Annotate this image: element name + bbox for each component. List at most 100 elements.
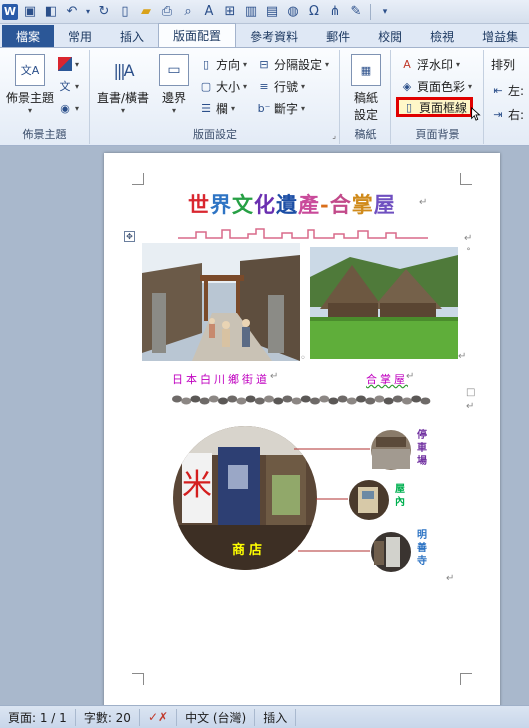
theme-colors-button[interactable]: ▾	[58, 54, 79, 74]
highlighter-icon[interactable]: ✎	[347, 3, 365, 21]
themes-group: 文A 佈景主題 ▾ ▾ 文 ▾ ◉ ▾ 佈景主題	[0, 50, 90, 144]
hyphenation-label: 斷字	[274, 101, 299, 116]
globe-icon[interactable]: ◍	[284, 3, 302, 21]
effects-icon: ◉	[60, 101, 70, 115]
hyphenation-icon: b⁻	[257, 101, 271, 115]
text-direction-icon: |||A	[113, 60, 134, 80]
pebble	[208, 395, 219, 403]
proofing-icon[interactable]: ✓✗	[140, 708, 178, 726]
tab-references[interactable]: 參考資料	[236, 25, 312, 47]
image-icon[interactable]: ▤	[263, 3, 281, 21]
pebble	[291, 397, 302, 405]
side-label-interior: 屋內	[395, 484, 405, 508]
page-setup-group: |||A 直書/橫書 ▾ ▭ 邊界 ▾ ▯ 方向 ▾ ▢ 大小 ▾ ☰ 欄 ▾ ⊟ 分…	[91, 50, 340, 144]
redo-icon[interactable]: ↻	[95, 3, 113, 21]
insert-mode[interactable]: 插入	[255, 708, 297, 726]
columns-button[interactable]: ☰ 欄 ▾	[199, 98, 235, 118]
indent-right[interactable]: ⇥ 右:	[491, 104, 524, 124]
print-preview-icon[interactable]: ⌕	[179, 3, 197, 21]
title-char: 遺	[276, 192, 298, 217]
pebble	[273, 397, 284, 405]
pebble	[236, 397, 247, 405]
pebble	[181, 397, 192, 405]
parking-circle-photo	[371, 430, 411, 470]
pebble	[282, 395, 293, 403]
pebble	[383, 397, 394, 405]
tab-home[interactable]: 常用	[54, 25, 106, 47]
paragraph-mark: ↵	[446, 573, 455, 584]
word-count[interactable]: 字數: 20	[76, 708, 140, 726]
columns-label: 欄	[216, 101, 229, 116]
orientation-button[interactable]: ▯ 方向 ▾	[199, 54, 247, 74]
chevron-down-icon: ▾	[28, 106, 33, 115]
pebble	[172, 395, 182, 403]
print-icon[interactable]: ⎙	[158, 3, 176, 21]
indent-left[interactable]: ⇤ 左:	[491, 80, 524, 100]
pebble	[402, 397, 412, 405]
pebble	[254, 397, 265, 405]
dialog-launcher-icon[interactable]: ⌟	[332, 131, 336, 140]
size-button[interactable]: ▢ 大小 ▾	[199, 76, 247, 96]
page-borders-icon: ▯	[405, 100, 413, 114]
new-doc-icon[interactable]: ▯	[116, 3, 134, 21]
org-chart-icon[interactable]: ⋔	[326, 3, 344, 21]
gassho-house-photo	[310, 247, 458, 359]
tab-view[interactable]: 檢視	[416, 25, 468, 47]
theme-effects-button[interactable]: ◉ ▾	[58, 98, 79, 118]
orientation-icon: ▯	[202, 57, 210, 71]
size-icon: ▢	[200, 79, 212, 93]
word-logo-icon[interactable]: W	[2, 3, 18, 20]
pebble	[392, 395, 403, 403]
breaks-button[interactable]: ⊟ 分隔設定 ▾	[257, 54, 329, 74]
tab-file[interactable]: 檔案	[2, 25, 55, 47]
margins-icon: ▭	[159, 54, 189, 86]
hyphenation-button[interactable]: b⁻ 斷字 ▾	[257, 98, 305, 118]
move-handle-icon[interactable]: ✥	[124, 231, 135, 242]
page-count[interactable]: 頁面: 1 / 1	[0, 708, 76, 726]
manuscript-settings-button[interactable]: ▦ 稿紙 設定	[351, 54, 381, 123]
watermark-button[interactable]: A 浮水印 ▾	[400, 54, 460, 74]
tab-addins[interactable]: 增益集	[468, 25, 529, 47]
text-direction-button[interactable]: |||A 直書/橫書 ▾	[97, 54, 149, 116]
street-photo	[142, 243, 300, 361]
title-char: 世	[188, 192, 210, 217]
page-background-group-label: 頁面背景	[415, 128, 460, 141]
tab-mailings[interactable]: 郵件	[312, 25, 364, 47]
side-label-temple: 明善寺	[417, 530, 427, 567]
customize-qat-icon[interactable]: ▾	[376, 3, 394, 21]
table-icon[interactable]: ⊞	[221, 3, 239, 21]
quick-access-toolbar: W ▣ ◧ ↶ ▾ ↻ ▯ ▰ ⎙ ⌕ A ⊞ ▥ ▤ ◍ Ω ⋔ ✎ ▾	[0, 0, 529, 24]
title-char: 文	[232, 192, 254, 217]
themes-button[interactable]: 文A 佈景主題 ▾	[6, 54, 54, 115]
preview-icon[interactable]: ◧	[42, 3, 60, 21]
tab-page-layout[interactable]: 版面配置	[158, 23, 237, 47]
text-box-icon[interactable]: A	[200, 3, 218, 21]
save-icon[interactable]: ▣	[21, 3, 39, 21]
theme-fonts-button[interactable]: 文 ▾	[58, 76, 80, 96]
language-indicator[interactable]: 中文 (台灣)	[177, 708, 256, 726]
page-color-button[interactable]: ◈ 頁面色彩 ▾	[400, 76, 472, 96]
page-borders-button[interactable]: ▯ 頁面框線	[396, 97, 474, 117]
undo-icon[interactable]: ↶	[63, 3, 81, 21]
themes-group-label: 佈景主題	[22, 128, 67, 141]
paragraph-mark: ↵	[466, 401, 475, 412]
title-char: 化	[254, 192, 276, 217]
tab-review[interactable]: 校閱	[364, 25, 416, 47]
watermark-label: 浮水印	[417, 57, 454, 72]
tab-insert[interactable]: 插入	[106, 25, 158, 47]
arrange-label: 排列	[491, 57, 516, 72]
temple-circle-photo	[371, 532, 411, 572]
crop-mark	[460, 673, 472, 685]
omega-icon[interactable]: Ω	[305, 3, 323, 21]
title-char: 合	[329, 192, 352, 217]
undo-dropdown-icon[interactable]: ▾	[84, 3, 92, 21]
pebble	[190, 395, 201, 403]
arrange-group: 排列 ⇤ 左: ⇥ 右:	[485, 50, 529, 144]
line-numbers-button[interactable]: ≡ 行號 ▾	[257, 76, 305, 96]
document-page[interactable]: 世界文化遺產-合掌屋 ↵ ✥ ↵ ◦ ↵ ˚ 日本白川鄉街道 ↵ 合掌屋 ↵ □…	[104, 153, 500, 705]
book-icon[interactable]: ▥	[242, 3, 260, 21]
line-numbers-label: 行號	[274, 79, 299, 94]
margins-button[interactable]: ▭ 邊界 ▾	[159, 54, 189, 115]
breaks-icon: ⊟	[259, 57, 269, 71]
open-icon[interactable]: ▰	[137, 3, 155, 21]
